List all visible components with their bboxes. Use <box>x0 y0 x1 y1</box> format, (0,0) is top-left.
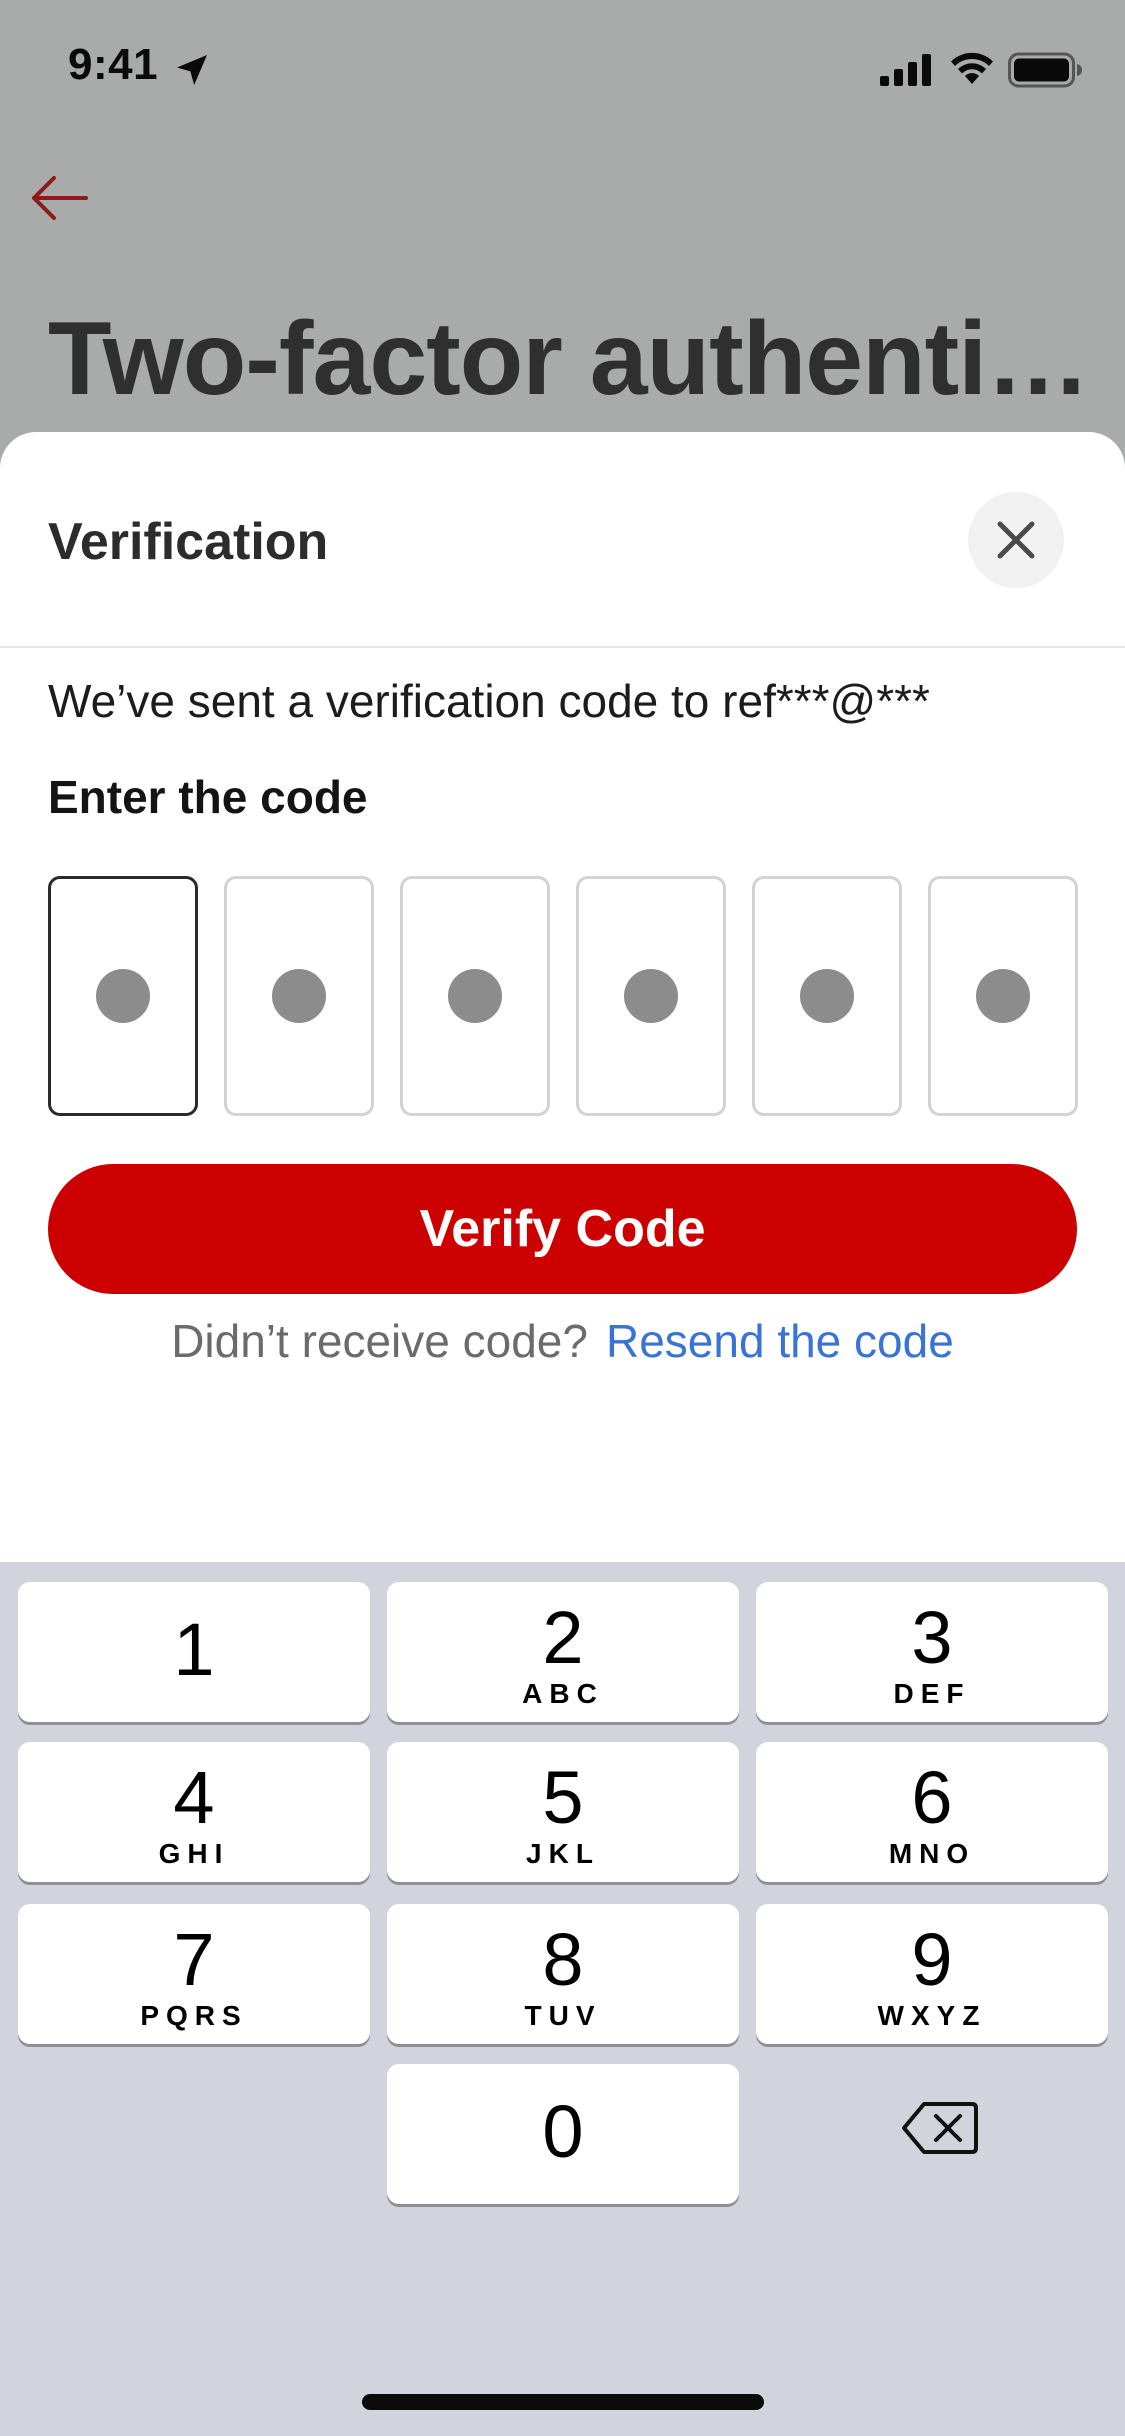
status-bar: 9:41 <box>0 0 1125 140</box>
key-digit: 4 <box>173 1756 215 1839</box>
sheet-title: Verification <box>48 513 329 571</box>
key-4[interactable]: 4 GHI <box>18 1742 370 1882</box>
backspace-icon[interactable] <box>900 2098 980 2158</box>
wifi-icon <box>951 52 993 84</box>
key-2[interactable]: 2 ABC <box>387 1582 739 1722</box>
key-digit: 8 <box>542 1918 584 2001</box>
divider <box>0 646 1125 648</box>
code-digit-1[interactable] <box>48 876 198 1116</box>
resend-code-link[interactable]: Resend the code <box>606 1315 954 1367</box>
battery-icon <box>1008 52 1082 88</box>
key-0[interactable]: 0 <box>387 2064 739 2204</box>
key-letters: TUV <box>524 2000 602 2031</box>
placeholder-dot <box>96 969 150 1023</box>
code-digit-2[interactable] <box>224 876 374 1116</box>
key-letters: ABC <box>522 1678 604 1709</box>
numeric-keypad: 1 2 ABC 3 DEF 4 GHI 5 JKL 6 MNO 7 PQRS 8… <box>0 1562 1125 2436</box>
key-5[interactable]: 5 JKL <box>387 1742 739 1882</box>
page-title: Two-factor authenti… <box>48 301 1090 417</box>
close-button[interactable] <box>968 492 1064 588</box>
placeholder-dot <box>624 969 678 1023</box>
resend-prompt: Didn’t receive code? <box>171 1315 588 1367</box>
cellular-signal-icon <box>880 54 931 86</box>
key-digit: 1 <box>173 1608 215 1691</box>
placeholder-dot <box>272 969 326 1023</box>
key-digit: 7 <box>173 1918 215 2001</box>
resend-row: Didn’t receive code? Resend the code <box>0 1314 1125 1368</box>
key-3[interactable]: 3 DEF <box>756 1582 1108 1722</box>
key-7[interactable]: 7 PQRS <box>18 1904 370 2044</box>
placeholder-dot <box>800 969 854 1023</box>
key-1[interactable]: 1 <box>18 1582 370 1722</box>
status-time: 9:41 <box>68 40 159 89</box>
key-letters: WXYZ <box>877 2000 987 2031</box>
key-8[interactable]: 8 TUV <box>387 1904 739 2044</box>
key-digit: 6 <box>911 1756 953 1839</box>
key-digit: 5 <box>542 1756 584 1839</box>
arrow-left-icon[interactable] <box>24 168 96 228</box>
key-letters: MNO <box>888 1838 976 1869</box>
home-indicator <box>362 2394 764 2410</box>
code-input-group <box>48 876 1078 1116</box>
key-digit: 9 <box>911 1918 953 2001</box>
location-arrow-icon <box>177 55 207 85</box>
key-digit: 3 <box>911 1596 953 1679</box>
key-letters: JKL <box>526 1838 600 1869</box>
placeholder-dot <box>448 969 502 1023</box>
key-6[interactable]: 6 MNO <box>756 1742 1108 1882</box>
verify-code-button[interactable]: Verify Code <box>48 1164 1077 1294</box>
code-digit-5[interactable] <box>752 876 902 1116</box>
key-9[interactable]: 9 WXYZ <box>756 1904 1108 2044</box>
placeholder-dot <box>976 969 1030 1023</box>
key-letters: PQRS <box>140 2000 248 2031</box>
key-digit: 0 <box>542 2090 584 2173</box>
close-icon <box>997 521 1035 559</box>
code-digit-6[interactable] <box>928 876 1078 1116</box>
key-letters: DEF <box>893 1678 971 1709</box>
key-digit: 2 <box>542 1596 584 1679</box>
verification-sheet: Verification We’ve sent a verification c… <box>0 432 1125 1562</box>
code-label: Enter the code <box>48 771 368 823</box>
sent-message: We’ve sent a verification code to ref***… <box>48 675 930 727</box>
code-digit-3[interactable] <box>400 876 550 1116</box>
code-digit-4[interactable] <box>576 876 726 1116</box>
key-letters: GHI <box>158 1838 230 1869</box>
